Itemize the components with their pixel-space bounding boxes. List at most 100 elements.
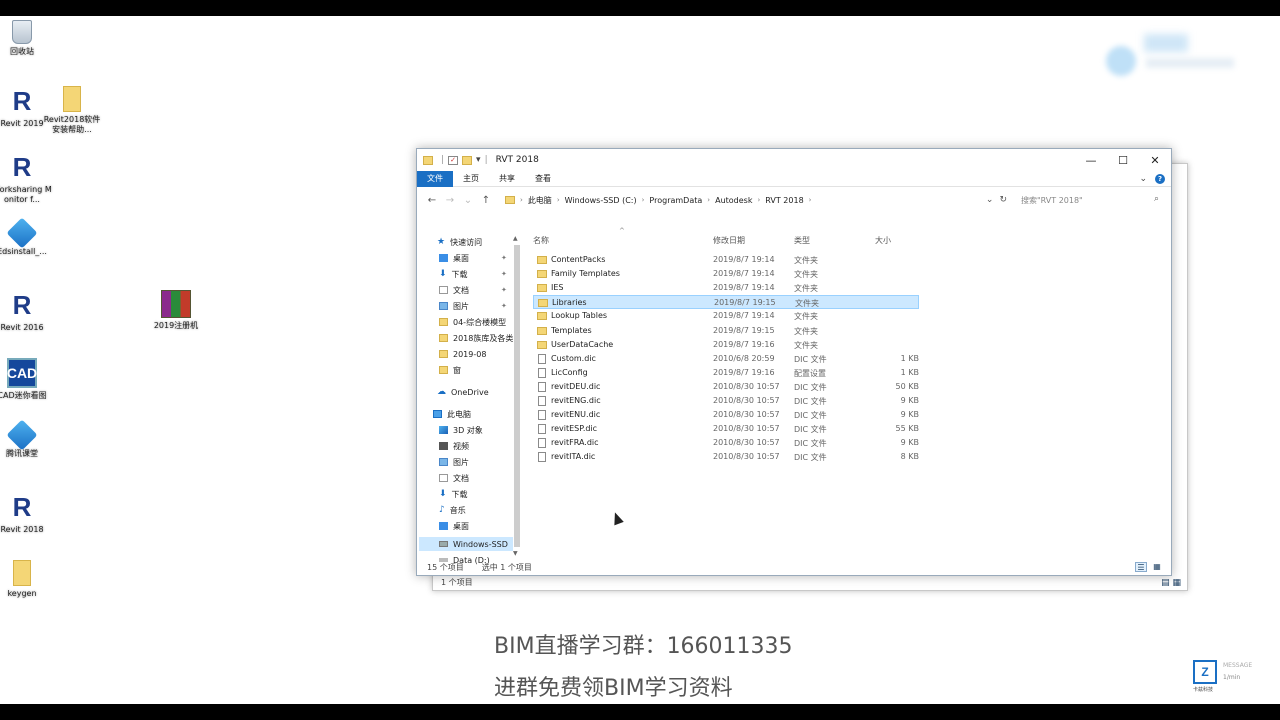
maximize-button[interactable]: ☐ <box>1107 149 1139 171</box>
desktop-icon-3[interactable]: R Worksharing Monitor f... <box>0 152 52 205</box>
cloud-icon: ☁ <box>437 387 446 397</box>
pin-icon[interactable]: ✦ <box>501 270 507 278</box>
minimize-button[interactable]: — <box>1075 149 1107 171</box>
desktop-icon-5[interactable]: R Revit 2016 <box>0 290 52 333</box>
nav-item[interactable]: ⬇ 下载 ✦ <box>439 267 507 281</box>
nav-item[interactable]: 桌面 <box>439 519 469 533</box>
nav-item[interactable]: 文档 ✦ <box>439 283 507 297</box>
nav-item[interactable]: 桌面 ✦ <box>439 251 507 265</box>
column-header-size[interactable]: 大小 <box>875 235 891 249</box>
file-type: 文件夹 <box>794 284 818 294</box>
file-row[interactable]: Templates 2019/8/7 19:15 文件夹 <box>533 324 919 338</box>
file-row[interactable]: revitFRA.dic 2010/8/30 10:57 DIC 文件 9 KB <box>533 436 919 450</box>
expand-ribbon-icon[interactable]: ⌄ <box>1139 174 1147 184</box>
pin-icon[interactable]: ✦ <box>501 254 507 262</box>
nav-item[interactable]: ♪ 音乐 <box>439 503 466 517</box>
large-icons-view-icon[interactable]: ▦ <box>1151 562 1163 572</box>
nav-item-label: 桌面 <box>453 521 469 531</box>
nav-scrollbar[interactable]: ▲ ▼ <box>513 235 521 557</box>
nav-item[interactable]: ☁ OneDrive <box>437 385 489 399</box>
file-row[interactable]: Custom.dic 2010/6/8 20:59 DIC 文件 1 KB <box>533 352 919 366</box>
column-header-date[interactable]: 修改日期 <box>713 235 745 249</box>
search-input[interactable]: 搜索"RVT 2018" ⌕ <box>1015 191 1165 209</box>
breadcrumb-autodesk[interactable]: Autodesk <box>715 196 752 205</box>
file-row[interactable]: UserDataCache 2019/8/7 19:16 文件夹 <box>533 338 919 352</box>
file-row[interactable]: revitDEU.dic 2010/8/30 10:57 DIC 文件 50 KB <box>533 380 919 394</box>
up-arrow-icon[interactable]: ↑ <box>477 195 495 206</box>
file-date: 2010/8/30 10:57 <box>713 396 780 405</box>
breadcrumb-this-pc[interactable]: 此电脑 <box>528 195 552 206</box>
file-row[interactable]: LicConfig 2019/8/7 19:16 配置设置 1 KB <box>533 366 919 380</box>
nav-item[interactable]: 图片 ✦ <box>439 299 507 313</box>
desktop-icon-8[interactable]: 腾讯课堂 <box>0 419 52 459</box>
desktop-icon-10[interactable]: keygen <box>0 560 52 599</box>
nav-item[interactable]: 窗 <box>439 363 461 377</box>
nav-item[interactable]: ★ 快速访问 <box>437 235 482 249</box>
recent-chevron-icon[interactable]: ⌄ <box>459 195 477 206</box>
refresh-icon[interactable]: ↻ <box>999 195 1007 205</box>
column-header-name[interactable]: 名称 <box>533 235 549 249</box>
file-date: 2010/6/8 20:59 <box>713 353 775 363</box>
file-row[interactable]: Libraries 2019/8/7 19:15 文件夹 <box>533 295 919 310</box>
desktop-icon-6[interactable]: 2019注册机 <box>146 290 206 331</box>
file-row[interactable]: revitITA.dic 2010/8/30 10:57 DIC 文件 8 KB <box>533 450 919 464</box>
file-date: 2019/8/7 19:14 <box>713 311 775 321</box>
help-icon[interactable]: ? <box>1155 173 1165 184</box>
nav-item[interactable]: 视频 <box>439 439 469 453</box>
folder-icon <box>537 256 547 264</box>
nav-item[interactable]: 2018族库及各类 <box>439 331 513 345</box>
desktop-icon-7[interactable]: CAD CAD迷你看图 <box>0 358 52 401</box>
view-toggle-icons[interactable]: ▤ ▦ <box>1161 578 1181 588</box>
pin-icon[interactable]: ✦ <box>501 286 507 294</box>
file-row[interactable]: revitENU.dic 2010/8/30 10:57 DIC 文件 9 KB <box>533 408 919 422</box>
properties-icon[interactable]: ✓ <box>448 155 459 165</box>
desktop-icon-0[interactable]: 回收站 <box>0 20 52 57</box>
forward-arrow-icon[interactable]: → <box>441 195 459 206</box>
file-date: 2010/8/30 10:57 <box>713 381 780 391</box>
new-folder-icon[interactable] <box>462 155 473 165</box>
breadcrumb-windows-ssd[interactable]: Windows-SSD (C:) <box>565 196 637 205</box>
title-bar[interactable]: | ✓ ▾ | RVT 2018 — ☐ ✕ <box>417 149 1171 171</box>
nav-item[interactable]: 2019-08 <box>439 347 486 361</box>
tab-view[interactable]: 查看 <box>525 171 561 187</box>
nav-item[interactable]: 图片 <box>439 455 469 469</box>
nav-item-label: 桌面 <box>453 253 469 263</box>
nav-item-label: 04-综合楼模型 <box>453 317 507 327</box>
cad-viewer-icon: CAD <box>7 358 37 388</box>
desktop-icon-2[interactable]: Revit2018软件安装帮助... <box>42 86 102 135</box>
nav-item[interactable]: Windows-SSD <box>419 537 513 551</box>
watermark-brand: 卡兹科技 <box>1193 687 1214 693</box>
file-row[interactable]: Lookup Tables 2019/8/7 19:14 文件夹 <box>533 309 919 323</box>
file-row[interactable]: revitESP.dic 2010/8/30 10:57 DIC 文件 55 KB <box>533 422 919 436</box>
back-arrow-icon[interactable]: ← <box>423 195 441 206</box>
chevron-down-icon[interactable]: ▾ <box>476 155 481 165</box>
desktop-icon-9[interactable]: R Revit 2018 <box>0 492 52 535</box>
folder-icon <box>537 270 547 279</box>
file-icon <box>538 381 546 392</box>
explorer-window[interactable]: | ✓ ▾ | RVT 2018 — ☐ ✕ 文件 主页 共享 查看 ⌄ ? ←… <box>416 148 1172 576</box>
nav-item[interactable]: 文档 <box>439 471 469 485</box>
address-history-chevron-icon[interactable]: ⌄ <box>986 195 994 205</box>
file-name: IES <box>551 283 564 293</box>
nav-item[interactable]: 3D 对象 <box>439 423 483 437</box>
address-bar[interactable]: › 此电脑 › Windows-SSD (C:) › ProgramData ›… <box>501 191 986 209</box>
column-header-type[interactable]: 类型 <box>794 235 810 249</box>
nav-item[interactable]: 04-综合楼模型 <box>439 315 506 329</box>
details-view-icon[interactable]: ☰ <box>1135 562 1147 572</box>
file-name: revitENG.dic <box>551 396 601 405</box>
desktop-icon-4[interactable]: Edsinstall_... <box>0 217 52 257</box>
breadcrumb-separator-icon[interactable]: › <box>520 196 523 204</box>
file-row[interactable]: IES 2019/8/7 19:14 文件夹 <box>533 281 919 295</box>
nav-item[interactable]: 此电脑 <box>433 407 471 421</box>
tab-home[interactable]: 主页 <box>453 171 489 187</box>
file-row[interactable]: revitENG.dic 2010/8/30 10:57 DIC 文件 9 KB <box>533 394 919 408</box>
nav-item[interactable]: ⬇ 下载 <box>439 487 468 501</box>
breadcrumb-rvt-2018[interactable]: RVT 2018 <box>765 196 803 205</box>
close-button[interactable]: ✕ <box>1139 149 1171 171</box>
tab-share[interactable]: 共享 <box>489 171 525 187</box>
breadcrumb-programdata[interactable]: ProgramData <box>649 196 702 205</box>
file-row[interactable]: ContentPacks 2019/8/7 19:14 文件夹 <box>533 253 919 267</box>
pin-icon[interactable]: ✦ <box>501 302 507 310</box>
tab-file[interactable]: 文件 <box>417 170 453 187</box>
file-row[interactable]: Family Templates 2019/8/7 19:14 文件夹 <box>533 267 919 281</box>
